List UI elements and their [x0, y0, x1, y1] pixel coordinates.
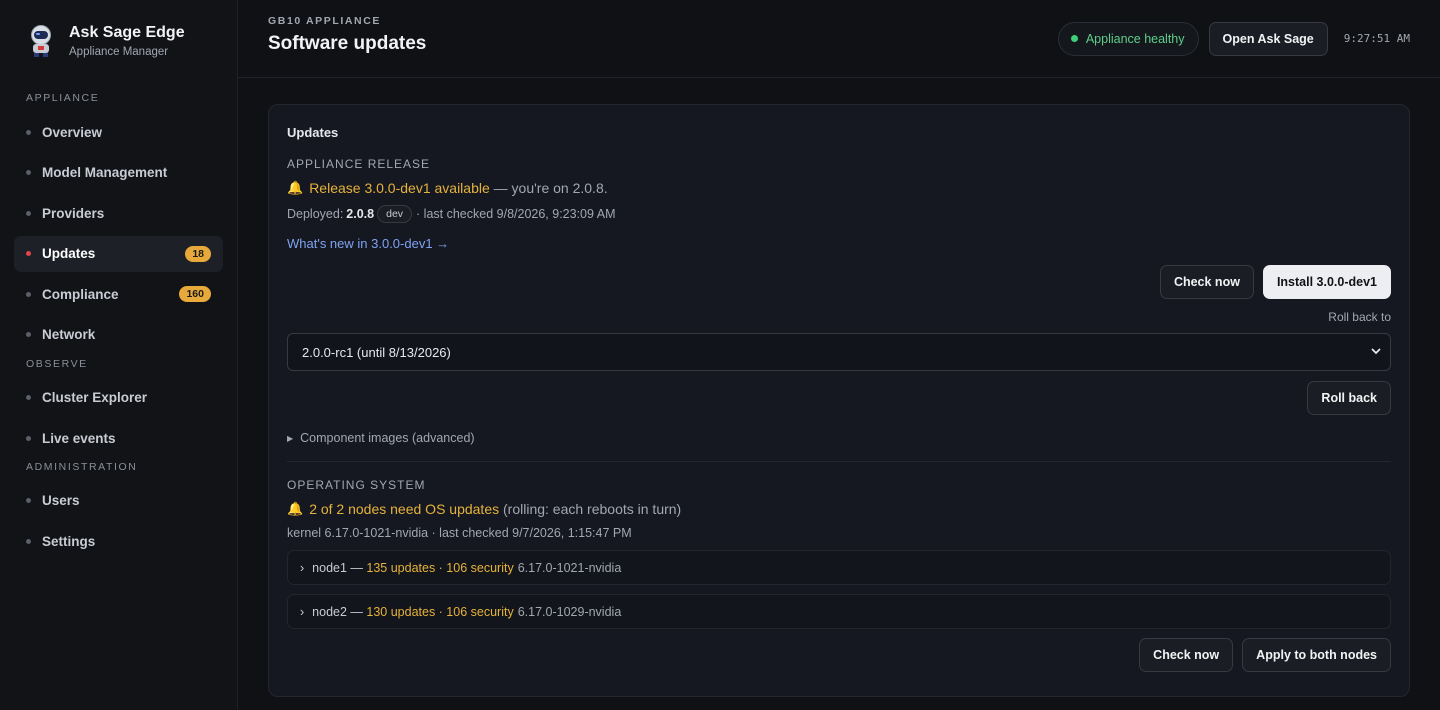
release-actions: Check now Install 3.0.0-dev1: [287, 265, 1391, 299]
sidebar-item-label: Providers: [42, 205, 105, 221]
nav-dot-icon: [26, 129, 31, 135]
nav-dot-icon: [26, 435, 31, 441]
sidebar-item-users[interactable]: Users: [14, 483, 223, 519]
chevron-down-icon: [1370, 345, 1382, 360]
nav-dot-icon: [26, 395, 31, 401]
appliance-release-label: APPLIANCE RELEASE: [287, 157, 431, 171]
sidebar-item-providers[interactable]: Providers: [14, 195, 223, 231]
sidebar: Ask Sage Edge Appliance Manager APPLIANC…: [0, 0, 238, 710]
operating-system-label: OPERATING SYSTEM: [287, 478, 426, 492]
sidebar-item-label: Overview: [42, 124, 103, 140]
roll-back-button[interactable]: Roll back: [1307, 381, 1391, 415]
astronaut-logo-icon: [26, 24, 56, 58]
node-name: node2 —: [312, 604, 367, 619]
sidebar-item-label: Cluster Explorer: [42, 390, 148, 406]
chevron-right-icon: ›: [300, 604, 305, 619]
component-images-label: Component images (advanced): [300, 431, 475, 445]
page-heading: GB10 APPLIANCE Software updates: [268, 15, 1058, 55]
triangle-right-icon: ▶: [287, 433, 294, 443]
apply-both-nodes-button[interactable]: Apply to both nodes: [1242, 638, 1391, 672]
deployed-label: Deployed:: [287, 207, 344, 221]
sidebar-item-compliance[interactable]: Compliance 160: [14, 276, 223, 312]
updates-count-badge: 18: [185, 245, 211, 262]
rollback-version-select[interactable]: 2.0.0-rc1 (until 8/13/2026): [287, 333, 1391, 371]
install-button[interactable]: Install 3.0.0-dev1: [1262, 265, 1391, 299]
os-summary-text: 2 of 2 nodes need OS updates: [309, 501, 500, 517]
nav-dot-icon: [26, 170, 31, 176]
node-updates: 130 updates · 106 security: [366, 604, 514, 619]
kernel-meta: kernel 6.17.0-1021-nvidia · last checked…: [287, 526, 632, 540]
sidebar-item-label: Updates: [42, 246, 96, 262]
brand-subtitle: Appliance Manager: [69, 46, 169, 58]
check-now-button[interactable]: Check now: [1159, 265, 1254, 299]
component-images-toggle[interactable]: ▶ Component images (advanced): [287, 431, 1391, 445]
open-ask-sage-button[interactable]: Open Ask Sage: [1208, 21, 1328, 56]
rollback-label: Roll back to: [1328, 310, 1391, 324]
node-kernel: 6.17.0-1021-nvidia: [517, 560, 622, 575]
nav-section-observe: OBSERVE: [26, 357, 88, 370]
last-checked-text: · last checked 9/8/2026, 9:23:09 AM: [416, 207, 616, 221]
chevron-right-icon: ›: [300, 560, 305, 575]
topbar: GB10 APPLIANCE Software updates Applianc…: [238, 0, 1440, 78]
section-divider: [287, 461, 1391, 462]
sidebar-item-live-events[interactable]: Live events: [14, 420, 223, 456]
brand-name: Ask Sage Edge: [69, 24, 185, 41]
sidebar-item-label: Model Management: [42, 165, 168, 181]
node-name: node1 —: [312, 560, 367, 575]
health-status-badge: Appliance healthy: [1057, 21, 1199, 56]
nav-dot-icon: [26, 291, 31, 297]
status-dot-icon: [1070, 35, 1078, 42]
os-summary-note: (rolling: each reboots in turn): [499, 501, 682, 517]
deployed-meta: Deployed: 2.0.8 dev · last checked 9/8/2…: [287, 205, 1391, 223]
nav-section-administration: ADMINISTRATION: [26, 460, 138, 473]
node-updates: 135 updates · 106 security: [366, 560, 514, 575]
rollback-actions: Roll back: [287, 381, 1391, 415]
nav-dot-icon: [26, 498, 31, 504]
bell-icon: 🔔: [287, 180, 304, 195]
sidebar-item-network[interactable]: Network: [14, 317, 223, 353]
main: GB10 APPLIANCE Software updates Applianc…: [238, 0, 1440, 710]
rollback-selected-value: 2.0.0-rc1 (until 8/13/2026): [302, 344, 451, 360]
sidebar-item-label: Live events: [42, 430, 116, 446]
release-available-text: Release 3.0.0-dev1 available: [309, 180, 490, 196]
nav-dot-icon: [26, 251, 31, 257]
node-kernel: 6.17.0-1029-nvidia: [517, 604, 622, 619]
sidebar-item-label: Users: [42, 493, 80, 509]
sidebar-item-label: Network: [42, 327, 96, 343]
current-version-text: — you're on 2.0.8.: [489, 180, 608, 196]
page-title: Software updates: [268, 32, 427, 54]
card-title: Updates: [287, 125, 339, 140]
os-check-now-button[interactable]: Check now: [1139, 638, 1234, 672]
bell-icon: 🔔: [287, 501, 304, 516]
sidebar-item-model-management[interactable]: Model Management: [14, 155, 223, 191]
clock: 9:27:51 AM: [1343, 32, 1410, 45]
sidebar-item-label: Settings: [42, 533, 96, 549]
node-row[interactable]: › node2 — 130 updates · 106 security 6.1…: [287, 594, 1391, 629]
brand: Ask Sage Edge Appliance Manager: [26, 24, 223, 58]
health-status-text: Appliance healthy: [1085, 31, 1185, 46]
whats-new-link[interactable]: What's new in 3.0.0-dev1 →: [287, 236, 449, 251]
sidebar-item-label: Compliance: [42, 286, 119, 302]
nav-dot-icon: [26, 210, 31, 216]
page-eyebrow: GB10 APPLIANCE: [268, 14, 382, 27]
sidebar-item-cluster-explorer[interactable]: Cluster Explorer: [14, 380, 223, 416]
channel-chip: dev: [377, 205, 413, 223]
content: Updates APPLIANCE RELEASE 🔔 Release 3.0.…: [238, 78, 1440, 697]
node-row[interactable]: › node1 — 135 updates · 106 security 6.1…: [287, 550, 1391, 585]
sidebar-item-overview[interactable]: Overview: [14, 114, 223, 150]
os-actions: Check now Apply to both nodes: [287, 638, 1391, 672]
nav-dot-icon: [26, 538, 31, 544]
updates-card: Updates APPLIANCE RELEASE 🔔 Release 3.0.…: [268, 104, 1410, 697]
os-status: 🔔 2 of 2 nodes need OS updates (rolling:…: [287, 501, 1391, 517]
sidebar-item-updates[interactable]: Updates 18: [14, 235, 223, 272]
sidebar-item-settings[interactable]: Settings: [14, 523, 223, 559]
nav-dot-icon: [26, 332, 31, 338]
release-status: 🔔 Release 3.0.0-dev1 available — you're …: [287, 180, 1391, 196]
compliance-count-badge: 160: [179, 286, 211, 303]
deployed-version: 2.0.8: [346, 207, 375, 221]
nav-section-appliance: APPLIANCE: [26, 92, 100, 104]
